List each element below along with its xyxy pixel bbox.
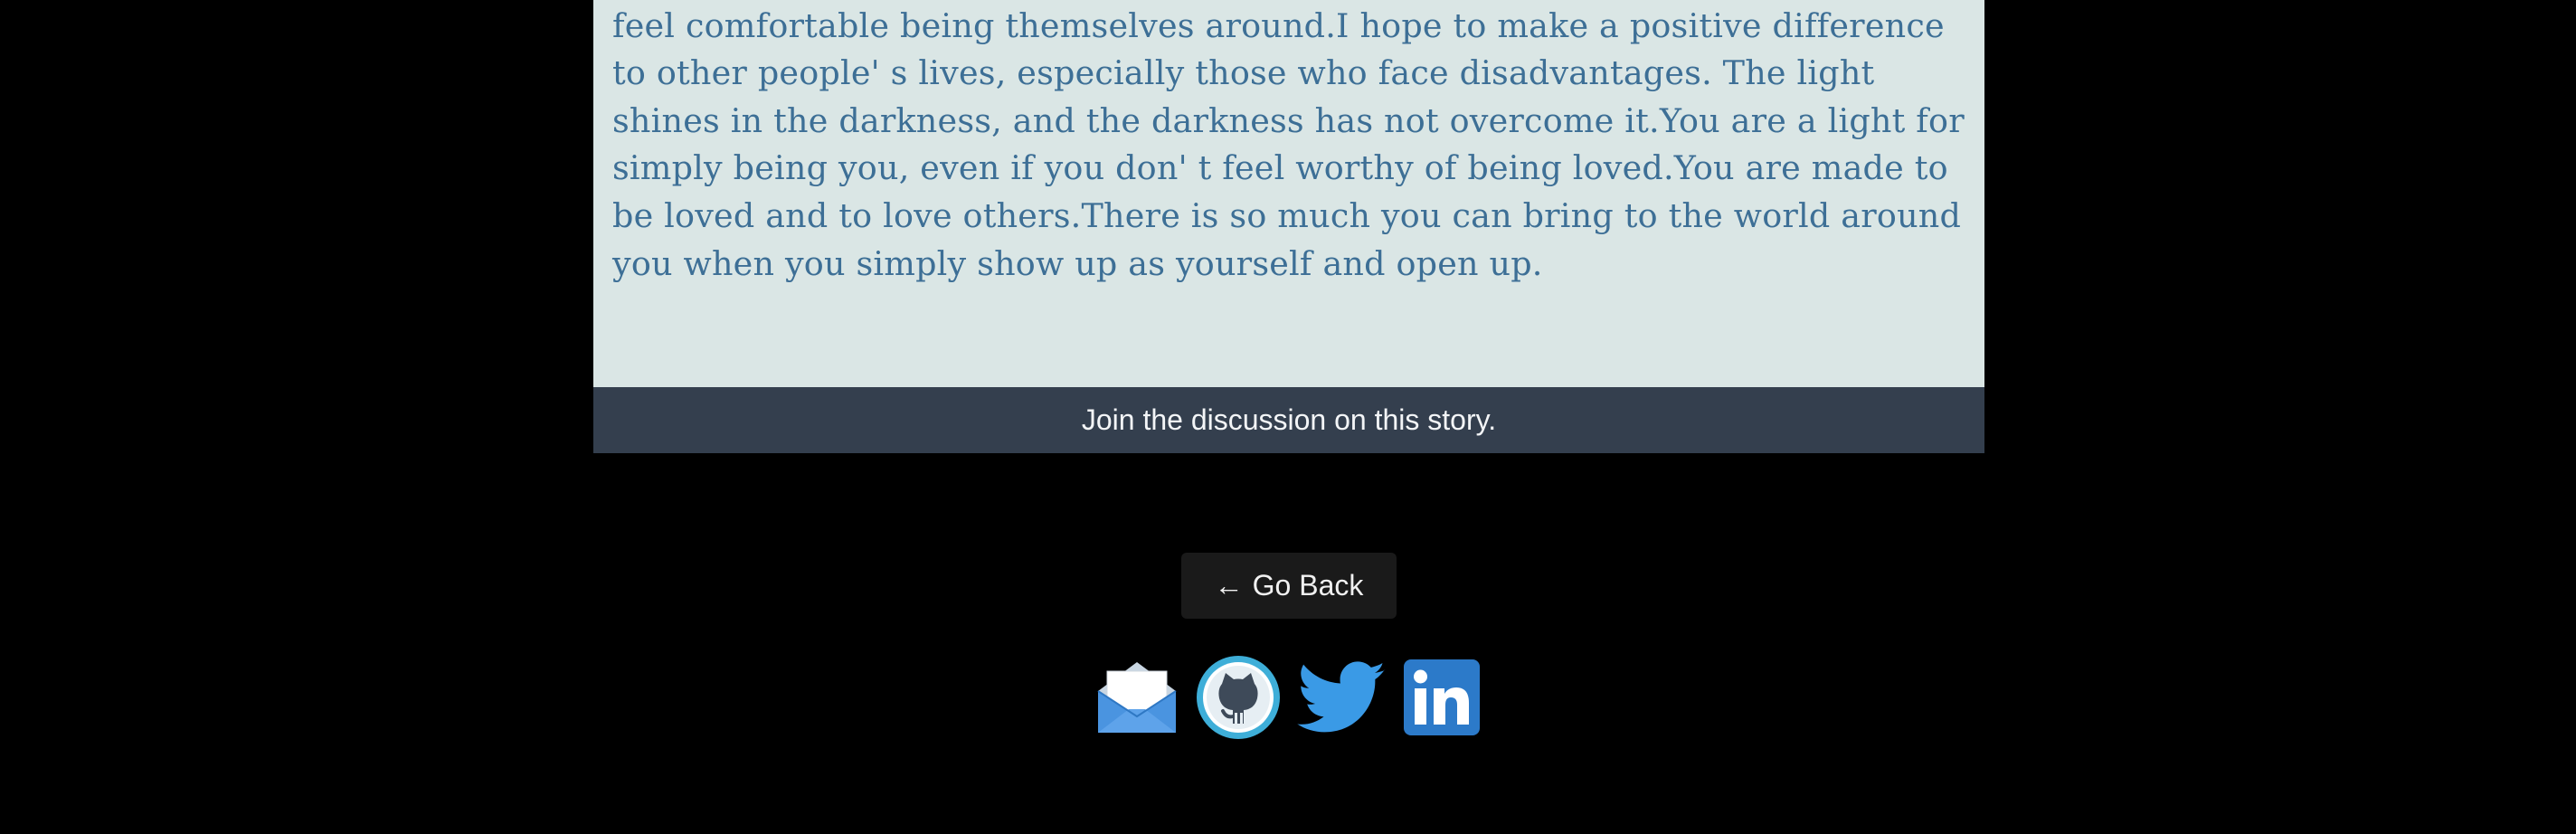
story-card: someone everyone will remember as someon… [593,0,1984,453]
social-links [1093,653,1483,742]
linkedin-icon [1404,659,1480,735]
envelope-icon [1097,662,1177,733]
story-text: someone everyone will remember as someon… [612,5,1965,283]
twitter-link[interactable] [1295,653,1389,742]
go-back-button[interactable]: ← Go Back [1181,553,1397,619]
arrow-left-icon: ← [1214,569,1244,602]
join-discussion-label: Join the discussion on this story. [1081,403,1497,436]
linkedin-link[interactable] [1402,653,1482,737]
twitter-icon [1297,661,1386,733]
github-link[interactable] [1194,653,1283,742]
github-icon [1197,656,1280,739]
join-discussion-link[interactable]: Join the discussion on this story. [593,387,1984,453]
email-link[interactable] [1093,653,1181,742]
go-back-label: Go Back [1252,569,1364,602]
